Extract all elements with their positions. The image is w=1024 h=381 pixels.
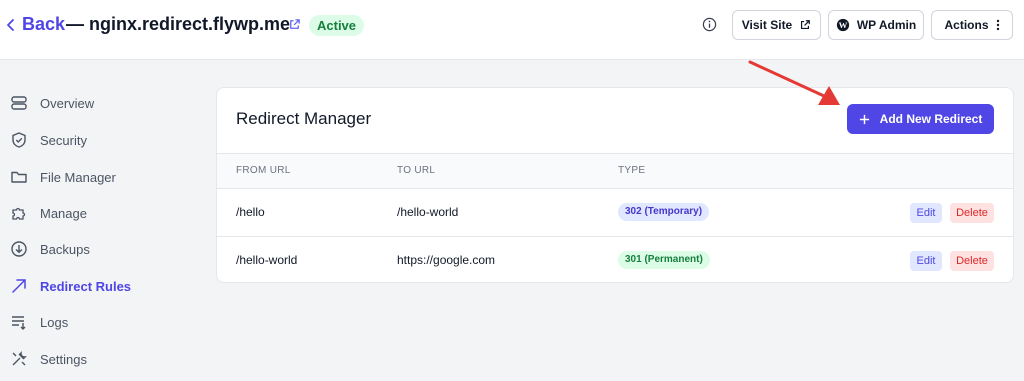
sidebar-item-backups[interactable]: Backups xyxy=(10,237,90,261)
top-bar: Back — nginx.redirect.flywp.me Active Vi… xyxy=(0,0,1024,60)
add-new-redirect-button[interactable]: Add New Redirect xyxy=(847,104,994,134)
sidebar-item-label: Security xyxy=(40,132,87,148)
status-badge: Active xyxy=(309,15,365,36)
site-title: — nginx.redirect.flywp.me xyxy=(66,14,291,34)
visit-site-button[interactable]: Visit Site xyxy=(732,10,821,40)
redirect-manager-card: Redirect Manager Add New Redirect FROM U… xyxy=(216,87,1014,283)
to-url-cell: /hello-world xyxy=(397,205,459,219)
svg-text:W: W xyxy=(838,20,847,30)
column-header-type: TYPE xyxy=(618,165,646,176)
sidebar-item-label: Overview xyxy=(40,95,95,111)
sidebar-item-overview[interactable]: Overview xyxy=(10,91,94,115)
sidebar-item-security[interactable]: Security xyxy=(10,128,87,152)
sidebar-item-logs[interactable]: Logs xyxy=(10,310,68,334)
table-row: /hello-world https://google.com 301 (Per… xyxy=(217,237,1013,282)
redirect-type-badge: 301 (Permanent) xyxy=(618,251,710,269)
from-url-cell: /hello xyxy=(236,205,265,219)
delete-button[interactable]: Delete xyxy=(950,203,994,223)
tools-icon xyxy=(12,350,28,366)
wordpress-icon: W xyxy=(836,18,849,32)
shield-check-icon xyxy=(12,132,26,148)
sidebar-item-label: Settings xyxy=(40,351,87,367)
back-label: Back xyxy=(22,14,66,34)
delete-button[interactable]: Delete xyxy=(950,251,994,271)
annotation-arrow-icon xyxy=(748,60,840,105)
column-header-to-url: TO URL xyxy=(397,165,436,176)
type-cell: 302 (Temporary) xyxy=(618,203,710,221)
sidebar-item-label: Redirect Rules xyxy=(40,278,132,294)
list-icon xyxy=(12,316,26,330)
sidebar-item-file-manager[interactable]: File Manager xyxy=(10,165,116,189)
plus-icon xyxy=(859,114,869,124)
sidebar-item-redirect-rules[interactable]: Redirect Rules xyxy=(10,274,131,298)
download-circle-icon xyxy=(11,241,27,257)
type-cell: 301 (Permanent) xyxy=(618,251,710,269)
external-link-icon xyxy=(801,20,811,30)
visit-site-label: Visit Site xyxy=(741,18,793,32)
redirect-type-badge: 302 (Temporary) xyxy=(618,203,710,221)
sidebar-item-label: Logs xyxy=(40,314,69,330)
back-link[interactable]: Back xyxy=(6,14,65,35)
add-new-redirect-label: Add New Redirect xyxy=(879,112,983,126)
table-row: /hello /hello-world 302 (Temporary) Edit… xyxy=(217,189,1013,237)
sidebar-item-settings[interactable]: Settings xyxy=(10,347,87,371)
page-title: Redirect Manager xyxy=(236,109,372,128)
info-icon[interactable] xyxy=(702,17,717,37)
disk-stack-icon xyxy=(11,96,27,110)
from-url-cell: /hello-world xyxy=(236,253,298,267)
arrow-up-right-icon xyxy=(12,279,26,293)
edit-button[interactable]: Edit xyxy=(910,203,942,223)
sidebar-item-label: File Manager xyxy=(40,169,116,185)
sidebar-item-manage[interactable]: Manage xyxy=(10,201,87,225)
chevron-left-icon xyxy=(7,18,14,31)
more-vertical-icon xyxy=(996,19,999,31)
wp-admin-button[interactable]: W WP Admin xyxy=(828,10,924,40)
sidebar-item-label: Backups xyxy=(40,241,90,257)
table-header: FROM URL TO URL TYPE xyxy=(217,153,1013,189)
column-header-from-url: FROM URL xyxy=(236,165,291,176)
wp-admin-label: WP Admin xyxy=(856,18,917,32)
to-url-cell: https://google.com xyxy=(397,253,496,267)
actions-button[interactable]: Actions xyxy=(931,10,1013,40)
edit-button[interactable]: Edit xyxy=(910,251,942,271)
sidebar-item-label: Manage xyxy=(40,205,87,221)
folder-icon xyxy=(11,171,27,183)
external-link-icon[interactable] xyxy=(288,18,301,36)
puzzle-icon xyxy=(12,207,26,220)
actions-label: Actions xyxy=(944,18,989,32)
